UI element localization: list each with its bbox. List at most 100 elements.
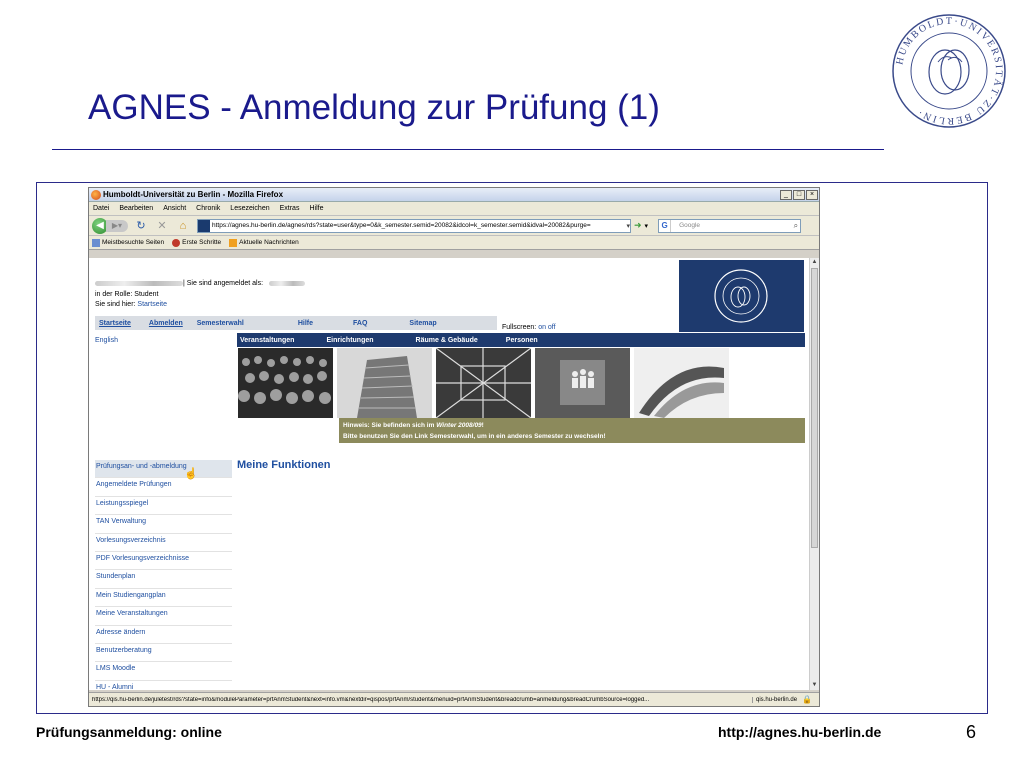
- url-bar[interactable]: https://agnes.hu-berlin.de/agnes/rds?sta…: [197, 218, 631, 233]
- stop-icon[interactable]: ✕: [154, 218, 170, 234]
- bookmark-label: Aktuelle Nachrichten: [239, 239, 299, 246]
- scroll-down-icon[interactable]: ▼: [810, 681, 819, 690]
- bookmark-folder-icon: [92, 238, 100, 247]
- category-bar: Veranstaltungen Einrichtungen Räume & Ge…: [237, 333, 805, 347]
- login-info: | Sie sind angemeldet als:: [95, 280, 306, 287]
- bookmark-label: Erste Schritte: [182, 239, 222, 246]
- semester-hint: Hinweis: Sie befinden sich im Winter 200…: [339, 418, 805, 443]
- menu-angemeldete-pruefungen[interactable]: Angemeldete Prüfungen: [95, 478, 232, 497]
- nav-abmelden[interactable]: Abmelden: [149, 320, 183, 327]
- fullscreen-on-off-link[interactable]: on off: [538, 324, 555, 331]
- function-menu: Prüfungsan- und -abmeldung Angemeldete P…: [95, 460, 232, 690]
- scroll-thumb[interactable]: [811, 268, 818, 548]
- menu-hilfe[interactable]: Hilfe: [309, 205, 323, 212]
- cat-veranstaltungen[interactable]: Veranstaltungen: [240, 337, 294, 344]
- firefox-icon: [91, 189, 101, 200]
- forward-arrow-icon[interactable]: ▶▾: [106, 219, 128, 232]
- hand-cursor-icon: ☝: [184, 468, 198, 480]
- firefox-bookmark-icon: [172, 238, 181, 247]
- slide-title: AGNES - Anmeldung zur Prüfung (1): [88, 88, 660, 127]
- menu-extras[interactable]: Extras: [280, 205, 300, 212]
- hu-seal-white-logo: [714, 269, 768, 323]
- search-icon[interactable]: ⌕: [794, 221, 798, 231]
- hint-prefix: Hinweis: Sie befinden sich im: [343, 422, 435, 429]
- menu-datei[interactable]: Datei: [93, 205, 109, 212]
- hint-semester: Winter 2008/09: [436, 422, 482, 429]
- role-text: in der Rolle: Student: [95, 291, 159, 298]
- search-placeholder: Google: [679, 222, 701, 229]
- presentation-slide: AGNES - Anmeldung zur Prüfung (1) HUMBOL…: [0, 0, 1024, 768]
- breadcrumb: Sie sind hier: Startseite: [95, 301, 167, 308]
- google-icon[interactable]: G: [659, 219, 672, 232]
- menu-tan-verwaltung[interactable]: TAN Verwaltung: [95, 515, 232, 534]
- search-input[interactable]: G Google ⌕: [658, 218, 802, 233]
- scroll-up-icon[interactable]: ▲: [810, 258, 819, 267]
- page-viewport: | Sie sind angemeldet als: in der Rolle:…: [89, 258, 811, 690]
- menu-pdf-vorlesungsverzeichnisse[interactable]: PDF Vorlesungsverzeichnisse: [95, 552, 232, 571]
- page-number: 6: [966, 722, 977, 742]
- status-site: qis.hu-berlin.de: [752, 696, 802, 703]
- title-divider: [52, 149, 884, 150]
- bookmark-nachrichten[interactable]: Aktuelle Nachrichten: [229, 238, 299, 247]
- navigation-toolbar: ◀ ▶▾ ↻ ✕ ⌂ https://agnes.hu-berlin.de/ag…: [89, 216, 819, 236]
- bookmarks-toolbar: Meistbesuchte Seiten Erste Schritte Aktu…: [89, 236, 819, 250]
- menu-adresse-aendern[interactable]: Adresse ändern: [95, 626, 232, 644]
- breadcrumb-startseite-link[interactable]: Startseite: [137, 301, 167, 308]
- window-title: Humboldt-Universität zu Berlin - Mozilla…: [103, 190, 284, 199]
- nav-startseite[interactable]: Startseite: [99, 320, 131, 327]
- lock-icon: 🔒: [802, 695, 812, 704]
- footer-url: http://agnes.hu-berlin.de: [718, 724, 882, 740]
- close-button[interactable]: ×: [806, 189, 818, 200]
- building-photo[interactable]: [337, 348, 432, 418]
- menu-stundenplan[interactable]: Stundenplan: [95, 570, 232, 589]
- menu-studiengangplan[interactable]: Mein Studiengangplan: [95, 589, 232, 608]
- lecture-hall-photo[interactable]: [238, 348, 333, 418]
- newspaper-photo[interactable]: [634, 348, 729, 418]
- menu-hu-alumni[interactable]: HU - Alumni: [95, 681, 232, 690]
- menu-vorlesungsverzeichnis[interactable]: Vorlesungsverzeichnis: [95, 534, 232, 552]
- menu-bearbeiten[interactable]: Bearbeiten: [119, 205, 153, 212]
- nav-semesterwahl[interactable]: Semesterwahl: [197, 320, 244, 327]
- history-dropdown-icon[interactable]: ▾: [626, 222, 630, 230]
- menu-chronik[interactable]: Chronik: [196, 205, 220, 212]
- menu-lesezeichen[interactable]: Lesezeichen: [230, 205, 269, 212]
- nav-faq[interactable]: FAQ: [353, 320, 367, 327]
- logged-in-text: | Sie sind angemeldet als:: [183, 280, 264, 287]
- menu-leistungsspiegel[interactable]: Leistungsspiegel: [95, 497, 232, 516]
- bookmark-meistbesuchte[interactable]: Meistbesuchte Seiten: [92, 238, 165, 247]
- url-text: https://agnes.hu-berlin.de/agnes/rds?sta…: [212, 222, 591, 229]
- go-arrow-icon[interactable]: ➜: [634, 220, 642, 231]
- minimize-button[interactable]: _: [780, 189, 792, 200]
- menu-bar: Datei Bearbeiten Ansicht Chronik Lesezei…: [89, 202, 819, 216]
- cat-einrichtungen[interactable]: Einrichtungen: [326, 337, 373, 344]
- maximize-button[interactable]: □: [793, 189, 805, 200]
- nav-sitemap[interactable]: Sitemap: [409, 320, 436, 327]
- menu-meine-veranstaltungen[interactable]: Meine Veranstaltungen: [95, 607, 232, 626]
- atrium-photo[interactable]: [436, 348, 531, 418]
- reload-icon[interactable]: ↻: [133, 218, 149, 234]
- bookmark-erste-schritte[interactable]: Erste Schritte: [172, 238, 222, 247]
- bookmark-label: Meistbesuchte Seiten: [102, 239, 165, 246]
- breadcrumb-label: Sie sind hier:: [95, 301, 136, 308]
- menu-lms-moodle[interactable]: LMS Moodle: [95, 662, 232, 681]
- cat-personen[interactable]: Personen: [506, 337, 538, 344]
- people-sign-photo[interactable]: [535, 348, 630, 418]
- nav-hilfe[interactable]: Hilfe: [298, 320, 313, 327]
- top-navigation: Startseite Abmelden Semesterwahl Hilfe F…: [95, 316, 497, 330]
- menu-ansicht[interactable]: Ansicht: [163, 205, 186, 212]
- status-url: https://qis.hu-berlin.de/juletest/rds?st…: [92, 696, 650, 703]
- firefox-window: Humboldt-Universität zu Berlin - Mozilla…: [88, 187, 820, 707]
- dropdown-icon[interactable]: ▾: [645, 222, 649, 230]
- home-icon[interactable]: ⌂: [175, 218, 191, 234]
- vertical-scrollbar[interactable]: ▲ ▼: [809, 258, 819, 690]
- fullscreen-label: Fullscreen:: [502, 324, 537, 331]
- site-favicon-icon: [198, 219, 210, 232]
- redacted-name: [95, 281, 183, 286]
- functions-title: Meine Funktionen: [237, 459, 331, 471]
- menu-benutzerberatung[interactable]: Benutzerberatung: [95, 644, 232, 663]
- cat-raeume[interactable]: Räume & Gebäude: [416, 337, 478, 344]
- rss-icon: [229, 238, 238, 247]
- english-link[interactable]: English: [95, 337, 118, 344]
- menu-pruefungsanmeldung[interactable]: Prüfungsan- und -abmeldung: [95, 460, 232, 479]
- status-bar: https://qis.hu-berlin.de/juletest/rds?st…: [89, 692, 819, 706]
